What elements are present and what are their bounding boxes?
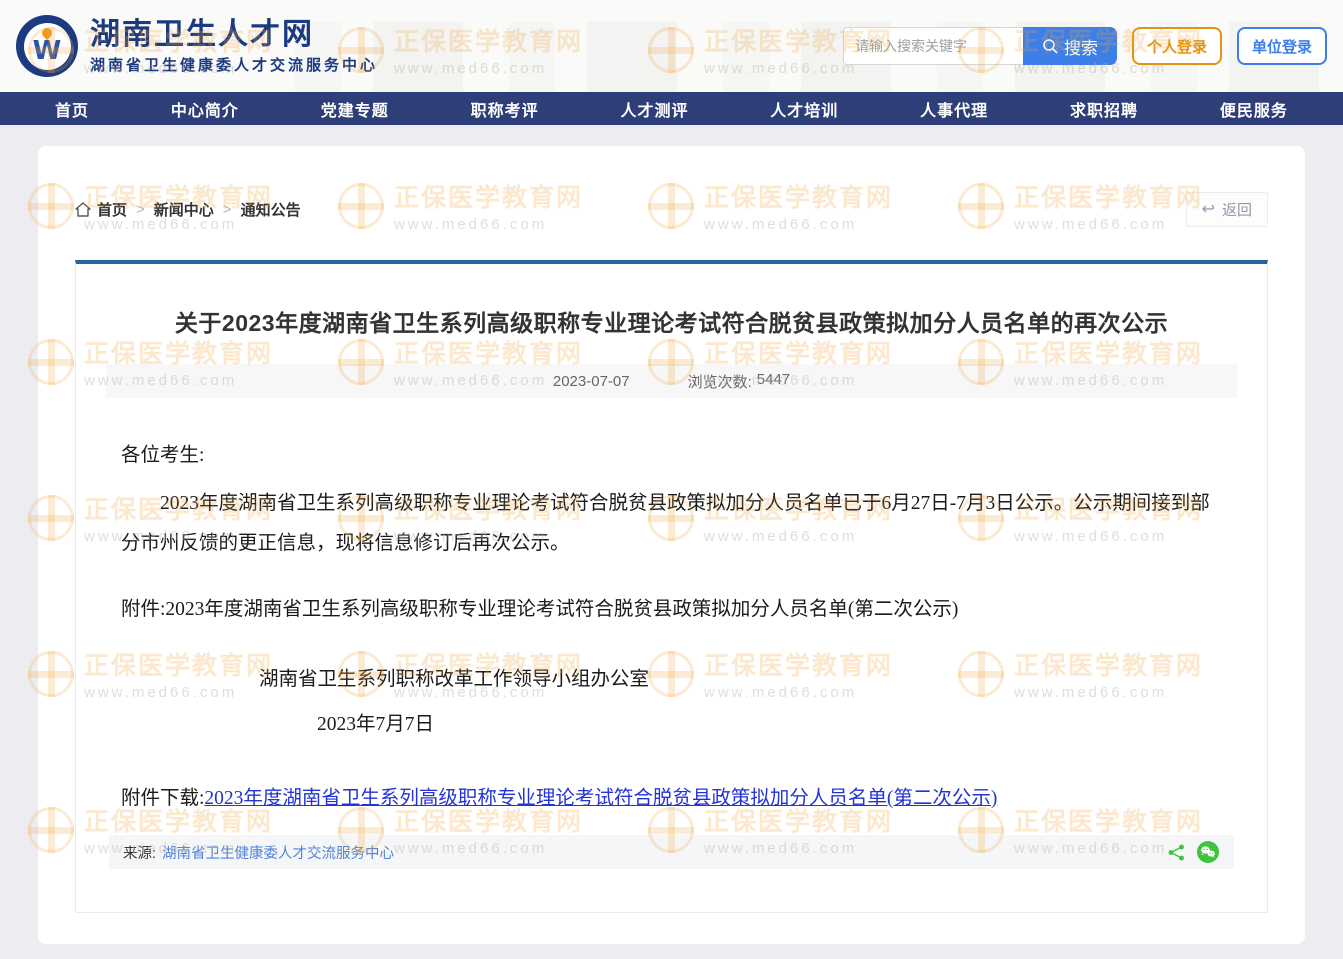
nav-item-job-recruitment[interactable]: 求职招聘 <box>1070 97 1138 121</box>
source-label: 来源: <box>123 842 156 863</box>
salutation: 各位考生: <box>121 436 1222 476</box>
nav-item-hr-agency[interactable]: 人事代理 <box>920 97 988 121</box>
site-logo[interactable]: W 湖南卫生人才网 湖南省卫生健康委人才交流服务中心 <box>16 15 378 77</box>
attachment-download-link[interactable]: 2023年度湖南省卫生系列高级职称专业理论考试符合脱贫县政策拟加分人员名单(第二… <box>204 788 997 809</box>
breadcrumb-separator: > <box>223 201 232 218</box>
attachment-download-line: 附件下载:2023年度湖南省卫生系列高级职称专业理论考试符合脱贫县政策拟加分人员… <box>121 779 1222 819</box>
nav-item-talent-training[interactable]: 人才培训 <box>770 97 838 121</box>
personal-login-button[interactable]: 个人登录 <box>1132 27 1222 65</box>
article: 关于2023年度湖南省卫生系列高级职称专业理论考试符合脱贫县政策拟加分人员名单的… <box>75 260 1268 913</box>
breadcrumb-separator: > <box>136 201 145 218</box>
article-content: 各位考生: 2023年度湖南省卫生系列高级职称专业理论考试符合脱贫县政策拟加分人… <box>121 436 1222 819</box>
search-box: 搜索 <box>843 27 1117 65</box>
unit-login-button[interactable]: 单位登录 <box>1237 27 1327 65</box>
article-title: 关于2023年度湖南省卫生系列高级职称专业理论考试符合脱贫县政策拟加分人员名单的… <box>106 304 1237 338</box>
article-meta-bar: 2023-07-07 浏览次数: 5447 <box>106 364 1237 398</box>
wechat-share-icon[interactable] <box>1196 840 1220 864</box>
nav-item-center-intro[interactable]: 中心简介 <box>171 97 239 121</box>
site-header: W 湖南卫生人才网 湖南省卫生健康委人才交流服务中心 搜索 个人登录 单位登录 <box>0 0 1343 92</box>
nav-item-talent-assessment[interactable]: 人才测评 <box>620 97 688 121</box>
views-label: 浏览次数: <box>688 371 752 392</box>
search-input[interactable] <box>843 27 1023 65</box>
source-bar: 来源: 湖南省卫生健康委人才交流服务中心 <box>109 835 1234 869</box>
breadcrumb-row: 首页 > 新闻中心 > 通知公告 ↩ 返回 <box>75 192 1268 227</box>
page-body: 首页 > 新闻中心 > 通知公告 ↩ 返回 关于2023年度湖南省卫生系列高级职… <box>0 125 1343 959</box>
source-link[interactable]: 湖南省卫生健康委人才交流服务中心 <box>162 842 394 863</box>
breadcrumb-home[interactable]: 首页 <box>75 199 127 220</box>
content-card: 首页 > 新闻中心 > 通知公告 ↩ 返回 关于2023年度湖南省卫生系列高级职… <box>38 146 1305 944</box>
site-logo-icon: W <box>16 15 78 77</box>
nav-item-home[interactable]: 首页 <box>55 97 89 121</box>
share-icons <box>1167 840 1220 864</box>
nav-item-party-building[interactable]: 党建专题 <box>321 97 389 121</box>
attachment-note: 附件:2023年度湖南省卫生系列高级职称专业理论考试符合脱贫县政策拟加分人员名单… <box>121 590 1222 630</box>
site-title: 湖南卫生人才网 <box>90 18 378 51</box>
signature: 湖南省卫生系列职称改革工作领导小组办公室 <box>121 660 1222 700</box>
search-icon <box>1042 38 1058 54</box>
article-views: 浏览次数: 5447 <box>688 371 791 392</box>
home-icon <box>75 202 91 217</box>
download-label: 附件下载: <box>121 788 204 809</box>
back-button[interactable]: ↩ 返回 <box>1186 192 1268 227</box>
header-actions: 搜索 个人登录 单位登录 <box>843 27 1327 65</box>
main-nav: 首页 中心简介 党建专题 职称考评 人才测评 人才培训 人事代理 求职招聘 便民… <box>0 92 1343 125</box>
signature-date: 2023年7月7日 <box>121 705 1222 745</box>
breadcrumb: 首页 > 新闻中心 > 通知公告 <box>75 199 301 220</box>
site-title-block: 湖南卫生人才网 湖南省卫生健康委人才交流服务中心 <box>90 18 378 75</box>
nav-item-title-evaluation[interactable]: 职称考评 <box>471 97 539 121</box>
article-date: 2023-07-07 <box>553 373 630 390</box>
views-value: 5447 <box>757 371 790 392</box>
share-nodes-icon[interactable] <box>1167 843 1186 862</box>
back-arrow-icon: ↩ <box>1202 202 1215 218</box>
article-paragraph: 2023年度湖南省卫生系列高级职称专业理论考试符合脱贫县政策拟加分人员名单已于6… <box>121 484 1222 564</box>
nav-item-public-services[interactable]: 便民服务 <box>1220 97 1288 121</box>
breadcrumb-notices[interactable]: 通知公告 <box>241 199 301 220</box>
search-button[interactable]: 搜索 <box>1023 27 1117 65</box>
breadcrumb-news-center[interactable]: 新闻中心 <box>154 199 214 220</box>
site-subtitle: 湖南省卫生健康委人才交流服务中心 <box>90 54 378 75</box>
